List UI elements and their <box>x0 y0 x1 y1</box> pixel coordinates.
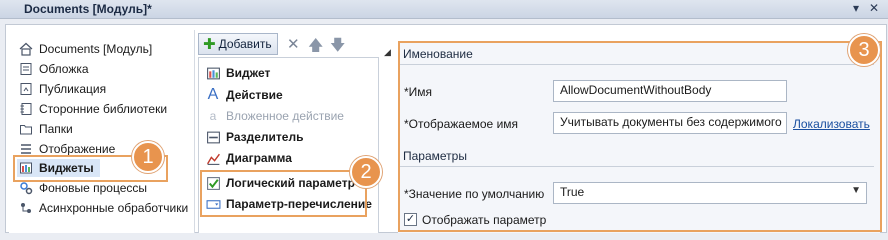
callout-badge-3: 3 <box>848 34 880 66</box>
callout-box-params <box>200 170 367 217</box>
tree-item-label: Обложка <box>39 62 89 76</box>
delete-icon[interactable]: ✕ <box>287 35 300 53</box>
tree-item-cover[interactable]: Обложка <box>19 60 89 78</box>
list-item-label: Диаграмма <box>226 151 292 165</box>
callout-badge-1: 1 <box>132 141 164 173</box>
folder-icon <box>19 122 33 136</box>
home-icon <box>19 42 33 56</box>
list-item-label: Действие <box>226 88 283 102</box>
add-button-label: Добавить <box>218 37 272 51</box>
publication-icon <box>19 82 33 96</box>
async-icon <box>19 201 33 215</box>
list-item-label: Вложенное действие <box>226 109 344 123</box>
divider-icon <box>205 129 221 145</box>
close-icon[interactable]: ✕ <box>869 1 879 15</box>
library-icon <box>19 102 33 116</box>
document-tab-title[interactable]: Documents [Модуль]* <box>24 2 152 16</box>
tree-item-documents[interactable]: Documents [Модуль] <box>19 40 152 58</box>
tree-item-label: Асинхронные обработчики <box>39 201 189 215</box>
tree-item-label: Documents [Модуль] <box>39 42 153 56</box>
callout-badge-2: 2 <box>350 156 382 188</box>
tree-item-async-handlers[interactable]: Асинхронные обработчики <box>19 199 188 217</box>
list-item-label: Разделитель <box>226 130 304 144</box>
list-item-action[interactable]: A Действие <box>205 86 283 104</box>
widget-toolbar: ✚ Добавить ✕ 🡅 🡇 <box>198 33 378 55</box>
cover-icon <box>19 62 33 76</box>
tree-item-label: Папки <box>39 122 73 136</box>
tree-item-publication[interactable]: Публикация <box>19 80 106 98</box>
list-item-divider[interactable]: Разделитель <box>205 128 303 146</box>
list-item-chart[interactable]: Диаграмма <box>205 149 292 167</box>
plus-icon: ✚ <box>203 35 216 53</box>
tree-item-label: Фоновые процессы <box>39 181 147 195</box>
tree-item-label: Отображение <box>39 142 116 156</box>
list-item-label: Виджет <box>226 66 271 80</box>
module-tree: Documents [Модуль] Обложка Публикация Ст… <box>9 30 195 233</box>
letter-a-small-icon: a <box>209 109 217 123</box>
widget-icon <box>205 65 221 81</box>
tree-item-libraries[interactable]: Сторонние библиотеки <box>19 100 167 118</box>
gears-icon <box>19 181 33 195</box>
collapse-arrow-icon[interactable]: ◢ <box>384 47 391 58</box>
list-item-nested-action[interactable]: a Вложенное действие <box>205 107 344 125</box>
dropdown-icon[interactable]: ▾ <box>853 1 859 15</box>
callout-box-properties <box>398 41 882 232</box>
tree-item-label: Сторонние библиотеки <box>39 102 168 116</box>
list-item-widget[interactable]: Виджет <box>205 64 270 82</box>
list-icon <box>19 142 33 156</box>
tree-item-folders[interactable]: Папки <box>19 120 73 138</box>
letter-a-icon: A <box>207 86 219 103</box>
tree-item-label: Публикация <box>39 82 107 96</box>
chart-icon <box>205 150 221 166</box>
document-tab-bar: Documents [Модуль]* ▾ ✕ <box>0 0 888 19</box>
add-button[interactable]: ✚ Добавить <box>198 33 278 55</box>
